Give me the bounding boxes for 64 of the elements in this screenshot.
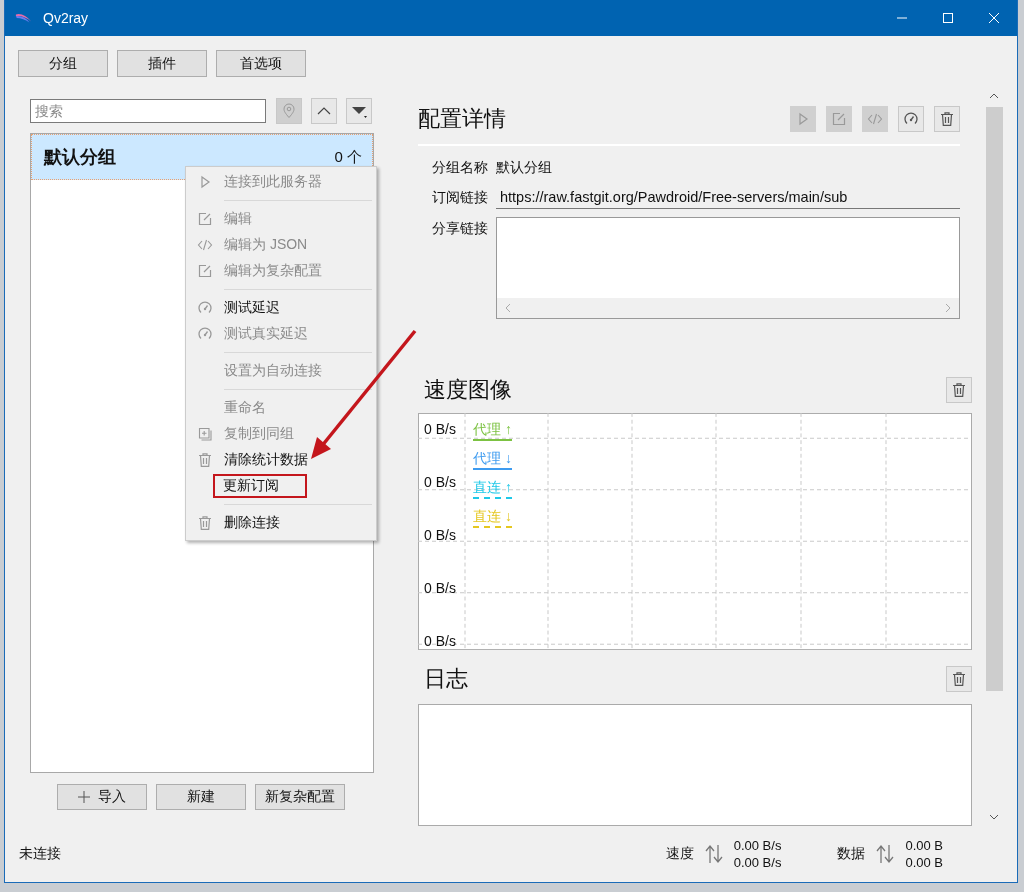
axis-label: 0 B/s: [424, 525, 456, 544]
gauge-icon: [197, 326, 213, 342]
locate-button[interactable]: [276, 98, 302, 124]
trash-icon: [951, 671, 967, 687]
code-icon: [197, 237, 213, 253]
group-count: 0 个: [334, 147, 362, 167]
menu-item[interactable]: 清除统计数据: [186, 447, 376, 473]
clear-button[interactable]: [946, 376, 972, 403]
axis-label: 0 B/s: [424, 631, 456, 650]
clear-button[interactable]: [946, 666, 972, 692]
action-button[interactable]: [898, 106, 924, 132]
location-pin-icon: [281, 103, 297, 119]
speed-label: 速度: [665, 845, 694, 863]
trash-icon: [939, 111, 955, 127]
scroll-up-icon[interactable]: [989, 93, 999, 99]
edit-icon: [831, 111, 847, 127]
list-button[interactable]: 导入: [57, 784, 147, 810]
axis-label: 0 B/s: [424, 419, 456, 438]
trash-icon: [197, 515, 213, 531]
window-title: Qv2ray: [43, 10, 89, 26]
field-value: 默认分组: [496, 157, 552, 177]
gauge-icon: [903, 111, 919, 127]
field-label: 分组名称: [431, 157, 488, 177]
data-label: 数据: [837, 845, 866, 863]
edit-icon: [197, 211, 213, 227]
menu-item[interactable]: 测试延迟: [186, 295, 376, 321]
up-down-arrows-icon: [703, 843, 724, 865]
group-name: 默认分组: [44, 146, 116, 169]
trash-icon: [951, 381, 967, 398]
text-area[interactable]: [496, 216, 960, 319]
url-field[interactable]: https://raw.fastgit.org/Pawdroid/Free-servers/main/sub: [496, 185, 960, 209]
field-label: 分享链接: [431, 218, 488, 238]
list-button[interactable]: 新建: [156, 784, 246, 810]
move-up-button[interactable]: [311, 98, 337, 124]
download-speed: 0.00 B/s: [733, 854, 782, 871]
edit-icon: [197, 263, 213, 279]
action-button[interactable]: [934, 106, 960, 132]
menu-item[interactable]: 删除连接: [186, 510, 376, 536]
section-title: 速度图像: [424, 375, 512, 404]
toolbar-button[interactable]: 插件: [117, 50, 207, 77]
toolbar-button[interactable]: 首选项: [216, 50, 306, 77]
copy-icon: [197, 426, 213, 442]
scroll-left-icon[interactable]: [505, 302, 511, 313]
code-icon: [867, 111, 883, 127]
dropdown-button[interactable]: [346, 98, 372, 124]
trash-icon: [197, 452, 213, 468]
section-title: 配置详情: [418, 105, 506, 133]
field-label: 订阅链接: [431, 187, 488, 207]
gauge-icon: [197, 300, 213, 316]
upload-speed: 0.00 B/s: [733, 837, 782, 854]
connection-status: 未连接: [19, 845, 61, 863]
axis-label: 0 B/s: [424, 472, 456, 491]
list-button[interactable]: 新复杂配置: [255, 784, 345, 810]
scroll-right-icon[interactable]: [945, 302, 951, 313]
menu-item[interactable]: 更新订阅: [186, 473, 376, 499]
search-field[interactable]: 搜索: [30, 99, 266, 123]
uploaded-data: 0.00 B: [905, 837, 943, 854]
up-down-arrows-icon: [875, 843, 896, 865]
scroll-down-icon[interactable]: [989, 814, 999, 820]
axis-label: 0 B/s: [424, 578, 456, 597]
downloaded-data: 0.00 B: [905, 854, 943, 871]
plus-icon: [78, 791, 90, 803]
toolbar-button[interactable]: 分组: [18, 50, 108, 77]
section-title: 日志: [424, 665, 468, 693]
